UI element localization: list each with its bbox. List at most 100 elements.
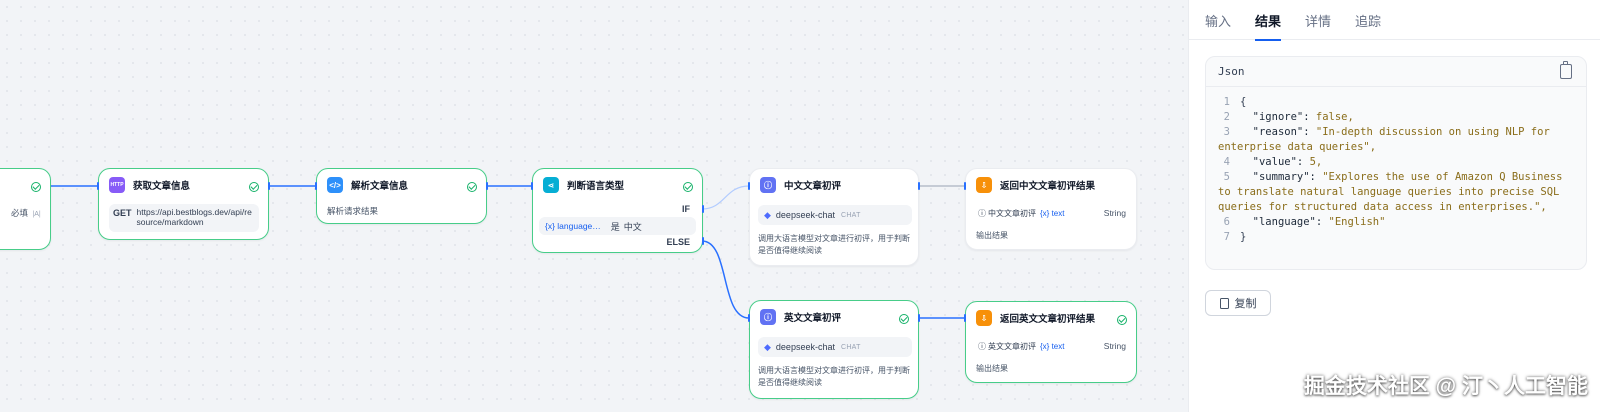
- node-description: 输出结果: [976, 364, 1008, 373]
- success-check-icon: [467, 182, 477, 192]
- node-handle[interactable]: [486, 182, 488, 190]
- edge-else-en: [701, 240, 750, 319]
- clipboard-icon: [1219, 297, 1229, 309]
- node-title: 返回中文文章初评结果: [1000, 181, 1096, 192]
- success-check-icon: [899, 314, 909, 324]
- code-node[interactable]: </> 解析文章信息 解析请求结果: [316, 168, 487, 224]
- json-key: "summary":: [1240, 171, 1323, 183]
- tab-input[interactable]: 输入: [1205, 0, 1231, 40]
- line-number: 1: [1223, 96, 1230, 108]
- code-line: 7}: [1206, 230, 1586, 245]
- clipboard-icon[interactable]: [1560, 61, 1572, 79]
- code-text: "ignore": false,: [1240, 110, 1586, 125]
- line-number: 7: [1223, 231, 1230, 243]
- success-check-icon: [31, 182, 41, 192]
- llm-icon: ⓘ: [760, 177, 776, 193]
- code-line: 2 "ignore": false,: [1206, 110, 1586, 125]
- deepseek-icon: ◆: [764, 209, 771, 220]
- line-number: 3: [1223, 126, 1230, 138]
- node-handle[interactable]: [702, 205, 704, 213]
- node-title: 返回英文文章初评结果: [1000, 314, 1096, 325]
- line-number: 4: [1223, 156, 1230, 168]
- var-type: String: [1103, 208, 1126, 218]
- answer-node-en[interactable]: ⇩ 返回英文文章初评结果 ⓘ 英文文章初评 {x} text String 输出…: [965, 301, 1137, 383]
- http-request-node[interactable]: HTTP 获取文章信息 GET https://api.bestblogs.de…: [98, 168, 269, 240]
- node-handle[interactable]: [964, 314, 966, 322]
- panel-tabs: 输入 结果 详情 追踪: [1189, 0, 1600, 41]
- json-key: "language":: [1240, 216, 1329, 228]
- http-url: https://api.bestblogs.dev/api/resource/m…: [136, 207, 252, 227]
- node-handle[interactable]: [748, 314, 750, 322]
- json-key: "value":: [1240, 156, 1310, 168]
- code-line: 3 "reason": "In-depth discussion on usin…: [1206, 125, 1586, 140]
- if-else-node[interactable]: ⋖ 判断语言类型 IF {x} language… 是 中文 ELSE: [532, 168, 703, 253]
- json-key: "ignore":: [1240, 111, 1316, 123]
- node-title: 中文文章初评: [784, 181, 842, 192]
- model-name: deepseek-chat: [775, 210, 835, 220]
- model-mode: CHAT: [840, 343, 861, 351]
- node-handle[interactable]: [315, 182, 317, 190]
- json-value: "In-depth discussion on using NLP for: [1315, 126, 1550, 138]
- else-label: ELSE: [666, 237, 690, 247]
- node-handle[interactable]: [748, 182, 750, 190]
- json-value: "English": [1328, 216, 1386, 228]
- tab-result[interactable]: 结果: [1255, 0, 1282, 41]
- line-number: 5: [1223, 171, 1230, 183]
- condition-variable: {x} language…: [545, 221, 601, 231]
- node-handle[interactable]: [702, 237, 704, 245]
- condition-value: 中文: [623, 221, 642, 232]
- node-handle[interactable]: [918, 182, 920, 190]
- llm-small-icon: ⓘ: [978, 208, 986, 218]
- if-label: IF: [682, 204, 690, 214]
- watermark: 掘金技术社区 @ 汀丶人工智能: [1303, 375, 1588, 398]
- node-handle[interactable]: [531, 182, 533, 190]
- line-number: 6: [1223, 216, 1230, 228]
- deepseek-icon: ◆: [764, 341, 771, 352]
- condition-pill: {x} language… 是 中文: [539, 217, 696, 235]
- model-pill: ◆ deepseek-chat CHAT: [758, 205, 912, 225]
- model-pill: ◆ deepseek-chat CHAT: [758, 337, 912, 357]
- answer-node-zh[interactable]: ⇩ 返回中文文章初评结果 ⓘ 中文文章初评 {x} text String 输出…: [965, 168, 1137, 250]
- json-header: Json: [1206, 57, 1586, 87]
- edge-if-zh: [701, 185, 750, 210]
- node-handle[interactable]: [97, 182, 99, 190]
- start-field-tag: |A|: [32, 211, 41, 218]
- node-title: 获取文章信息: [133, 181, 191, 192]
- model-mode: CHAT: [840, 211, 861, 219]
- output-variable-pill: ⓘ 英文文章初评 {x} text String: [974, 337, 1130, 355]
- var-type: String: [1103, 341, 1126, 351]
- node-description: 调用大语言模型对文章进行初评，用于判断是否值得继续阅读: [758, 234, 910, 255]
- llm-small-icon: ⓘ: [978, 341, 986, 351]
- node-description: 解析请求结果: [327, 206, 379, 216]
- tab-detail[interactable]: 详情: [1305, 0, 1331, 40]
- json-output-box: Json 1{2 "ignore": false, 3 "reason": "In…: [1205, 56, 1587, 270]
- code-text: }: [1240, 231, 1247, 243]
- tab-trace[interactable]: 追踪: [1355, 0, 1381, 40]
- code-line-wrap: to translate natural language queries in…: [1206, 185, 1586, 215]
- start-field-label: 必填: [11, 208, 29, 218]
- code-line-wrap: enterprise data queries",: [1206, 140, 1586, 155]
- llm-node-en[interactable]: ⓘ 英文文章初评 ◆ deepseek-chat CHAT 调用大语言模型对文章…: [749, 300, 919, 399]
- code-text: {: [1240, 96, 1247, 108]
- start-node[interactable]: 必填 |A|: [0, 168, 51, 250]
- llm-node-zh[interactable]: ⓘ 中文文章初评 ◆ deepseek-chat CHAT 调用大语言模型对文章…: [749, 168, 919, 266]
- success-check-icon: [683, 182, 693, 192]
- success-check-icon: [1117, 315, 1127, 325]
- answer-icon: ⇩: [976, 310, 992, 326]
- node-handle[interactable]: [918, 314, 920, 322]
- var-source: 英文文章初评: [988, 341, 1036, 351]
- var-name: {x} text: [1040, 341, 1065, 351]
- line-number: 2: [1223, 111, 1230, 123]
- node-handle[interactable]: [964, 182, 966, 190]
- code-line: 5 "summary": "Explores the use of Amazon…: [1206, 170, 1586, 185]
- copy-button[interactable]: 复制: [1205, 290, 1271, 316]
- json-value: false,: [1315, 111, 1354, 123]
- json-code[interactable]: 1{2 "ignore": false, 3 "reason": "In-dept…: [1206, 87, 1586, 245]
- node-handle[interactable]: [268, 182, 270, 190]
- http-icon: HTTP: [109, 177, 125, 193]
- workflow-canvas[interactable]: 必填 |A| HTTP 获取文章信息 GET https://api.bestb…: [0, 0, 1188, 412]
- node-description: 输出结果: [976, 231, 1008, 240]
- condition-operator: 是: [610, 221, 620, 232]
- model-name: deepseek-chat: [775, 342, 835, 352]
- answer-icon: ⇩: [976, 177, 992, 193]
